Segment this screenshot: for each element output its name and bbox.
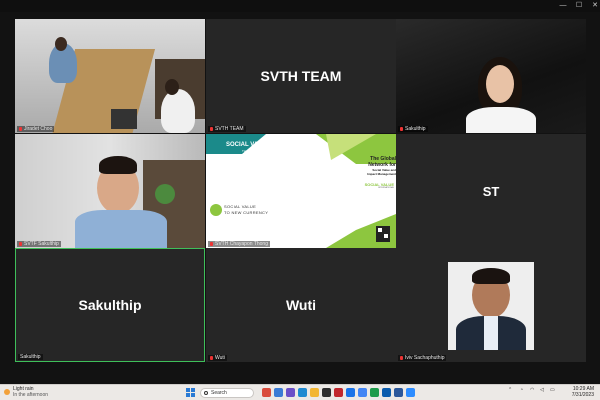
mic-muted-icon: [400, 355, 403, 360]
weather-subtitle: In the afternoon: [13, 392, 49, 398]
participant-tile-sakulthip-video[interactable]: Sakulthip: [396, 19, 586, 133]
mic-muted-icon: [210, 126, 213, 131]
wifi-icon[interactable]: ◠: [530, 387, 534, 393]
participant-name-label: SVTF Sakulthip: [17, 241, 61, 247]
participant-tile-jiradet[interactable]: Jiradet Choo: [15, 19, 205, 133]
window-titlebar: — ☐ ✕: [0, 0, 600, 12]
participant-name-label: SVTH Chayapon Thong: [208, 241, 270, 247]
participant-name-label: SVTH TEAM: [208, 126, 246, 132]
participant-name-label: Sakulthip: [398, 126, 428, 132]
clock-date: 7/31/2023: [571, 392, 594, 398]
participant-tile-sakulthip[interactable]: Sakulthip Sakulthip: [15, 248, 205, 362]
mic-muted-icon: [210, 241, 213, 246]
word-icon[interactable]: [394, 388, 403, 397]
tray-chevron-icon[interactable]: ⌃: [508, 387, 512, 393]
participant-name-label: Iviv Sachaphuthip: [398, 355, 447, 361]
battery-icon[interactable]: ▭: [550, 387, 555, 393]
minimize-button[interactable]: —: [556, 1, 570, 11]
participant-tile-iviv[interactable]: Iviv Sachaphuthip: [396, 248, 586, 362]
search-placeholder: Search: [211, 390, 227, 396]
app-icon-7[interactable]: [370, 388, 379, 397]
slide-brand: SOCIAL VALUE: [226, 142, 271, 148]
app-icon-6[interactable]: [346, 388, 355, 397]
zoom-icon[interactable]: [406, 388, 415, 397]
participant-name-label: Wuti: [208, 355, 227, 361]
chrome-icon[interactable]: [358, 388, 367, 397]
participant-display-name: ST: [482, 183, 500, 199]
participant-tile-svtf-sakulthip[interactable]: SVTF Sakulthip: [15, 134, 205, 248]
participant-tile-svth-team[interactable]: SVTH TEAM SVTH TEAM: [206, 19, 396, 133]
video-feed: [15, 134, 205, 248]
mic-muted-icon: [400, 126, 403, 131]
shared-screen-slide: SOCIAL VALUE THAILAND The Global Network…: [206, 134, 396, 248]
search-icon: [204, 391, 208, 395]
participant-name-label: Sakulthip: [18, 354, 43, 360]
participant-display-name: Wuti: [285, 297, 317, 313]
mic-muted-icon: [19, 241, 22, 246]
outlook-icon[interactable]: [382, 388, 391, 397]
mic-muted-icon: [210, 355, 213, 360]
app-icon-5[interactable]: [334, 388, 343, 397]
slide-tagline-2: TO NEW CURRENCY: [224, 210, 269, 215]
participant-tile-wuti[interactable]: Wuti Wuti: [206, 248, 396, 362]
participant-display-name: Sakulthip: [78, 297, 142, 313]
slide-tagline-1: SOCIAL VALUE: [224, 204, 257, 209]
video-feed: [15, 19, 205, 133]
slide-org-sub: INTERNATIONAL: [378, 187, 394, 189]
video-feed: [396, 19, 586, 133]
search-box[interactable]: Search: [200, 388, 254, 398]
taskbar: Light rain In the afternoon Search ⌃ ◔ ◠…: [0, 384, 600, 400]
participant-tile-shared-slide[interactable]: SOCIAL VALUE THAILAND The Global Network…: [206, 134, 396, 248]
slide-graphics: [206, 134, 396, 248]
app-icon-3[interactable]: [286, 388, 295, 397]
participant-name-label: Jiradet Choo: [17, 126, 55, 132]
network-icon[interactable]: ◔: [520, 387, 523, 393]
file-explorer-icon[interactable]: [310, 388, 319, 397]
edge-icon[interactable]: [298, 388, 307, 397]
video-grid: Jiradet Choo SVTH TEAM SVTH TEAM Sakulth…: [0, 12, 600, 384]
start-button[interactable]: [186, 388, 196, 398]
app-icon-2[interactable]: [274, 388, 283, 397]
participant-tile-st[interactable]: ST: [396, 134, 586, 248]
volume-icon[interactable]: ◁: [540, 387, 544, 393]
app-icon-4[interactable]: [322, 388, 331, 397]
profile-photo: [448, 262, 534, 350]
system-clock[interactable]: 10:29 AM 7/31/2023: [566, 386, 594, 398]
weather-icon: [4, 389, 10, 395]
slide-brand-sub: THAILAND: [242, 149, 257, 153]
maximize-button[interactable]: ☐: [572, 1, 586, 11]
close-button[interactable]: ✕: [588, 1, 600, 11]
participant-display-name: SVTH TEAM: [260, 68, 342, 84]
mic-muted-icon: [19, 126, 22, 131]
slide-title: The Global Network for Social Value and …: [367, 156, 396, 176]
app-icon-1[interactable]: [262, 388, 271, 397]
